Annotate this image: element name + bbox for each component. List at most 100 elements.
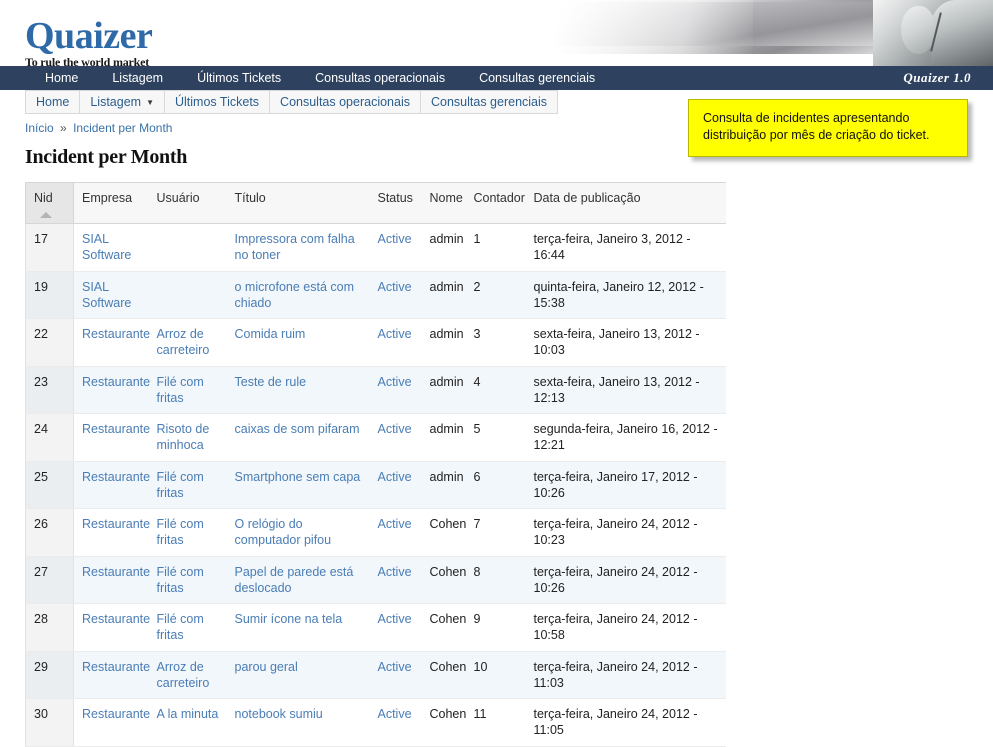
breadcrumb-home-link[interactable]: Início — [25, 121, 54, 135]
empresa-link[interactable]: Restaurante — [82, 707, 150, 721]
usuario-link[interactable]: Filé com fritas — [157, 612, 204, 642]
nav-item-home[interactable]: Home — [28, 71, 95, 85]
cell-usuario[interactable]: Risoto de minhoca — [148, 413, 227, 462]
tab-consultas-operacionais[interactable]: Consultas operacionais — [270, 90, 421, 114]
status-link[interactable]: Active — [378, 707, 412, 721]
status-link[interactable]: Active — [378, 327, 412, 341]
cell-titulo[interactable]: parou geral — [226, 651, 370, 699]
titulo-link[interactable]: Sumir ícone na tela — [235, 612, 343, 626]
tab-ultimos-tickets[interactable]: Últimos Tickets — [165, 90, 271, 114]
cell-status[interactable]: Active — [369, 223, 422, 272]
titulo-link[interactable]: Papel de parede está deslocado — [235, 565, 354, 595]
cell-empresa[interactable]: Restaurante — [73, 603, 150, 652]
usuario-link[interactable]: Filé com fritas — [157, 375, 204, 405]
empresa-link[interactable]: Restaurante — [82, 375, 150, 389]
column-header-contador[interactable]: Contador — [465, 182, 526, 224]
empresa-link[interactable]: Restaurante — [82, 660, 150, 674]
cell-titulo[interactable]: Impressora com falha no toner — [226, 223, 370, 272]
tab-consultas-gerenciais[interactable]: Consultas gerenciais — [421, 90, 559, 114]
usuario-link[interactable]: Filé com fritas — [157, 470, 204, 500]
site-logo[interactable]: Quaizer To rule the world market — [25, 17, 153, 66]
cell-titulo[interactable]: O relógio do computador pifou — [226, 508, 370, 557]
cell-usuario[interactable]: Arroz de carreteiro — [148, 651, 227, 699]
empresa-link[interactable]: Restaurante — [82, 565, 150, 579]
tab-listagem[interactable]: Listagem ▼ — [80, 90, 165, 114]
cell-status[interactable]: Active — [369, 461, 422, 509]
cell-titulo[interactable]: Teste de rule — [226, 366, 370, 414]
column-header-usuario[interactable]: Usuário — [148, 182, 227, 224]
titulo-link[interactable]: O relógio do computador pifou — [235, 517, 332, 547]
tab-home[interactable]: Home — [25, 90, 81, 114]
cell-usuario[interactable]: Filé com fritas — [148, 461, 227, 509]
empresa-link[interactable]: Restaurante — [82, 327, 150, 341]
titulo-link[interactable]: Impressora com falha no toner — [235, 232, 355, 262]
nav-item-listagem[interactable]: Listagem — [95, 71, 180, 85]
cell-status[interactable]: Active — [369, 366, 422, 414]
nav-item-consultas-operacionais[interactable]: Consultas operacionais — [298, 71, 462, 85]
cell-status[interactable]: Active — [369, 603, 422, 652]
cell-titulo[interactable]: caixas de som pifaram — [226, 413, 370, 462]
titulo-link[interactable]: caixas de som pifaram — [235, 422, 360, 436]
column-header-nid[interactable]: Nid — [25, 182, 74, 224]
column-header-titulo[interactable]: Título — [226, 182, 370, 224]
cell-status[interactable]: Active — [369, 698, 422, 747]
cell-empresa[interactable]: SIAL Software — [73, 271, 149, 319]
cell-empresa[interactable]: Restaurante — [73, 556, 150, 604]
usuario-link[interactable]: Filé com fritas — [157, 517, 204, 547]
cell-titulo[interactable]: notebook sumiu — [226, 698, 370, 747]
empresa-link[interactable]: Restaurante — [82, 612, 150, 626]
usuario-link[interactable]: A la minuta — [157, 707, 219, 721]
cell-status[interactable]: Active — [369, 651, 422, 699]
titulo-link[interactable]: parou geral — [235, 660, 298, 674]
titulo-link[interactable]: Teste de rule — [235, 375, 307, 389]
cell-titulo[interactable]: Papel de parede está deslocado — [226, 556, 370, 604]
cell-empresa[interactable]: Restaurante — [73, 651, 150, 699]
cell-status[interactable]: Active — [369, 413, 422, 462]
cell-empresa[interactable]: Restaurante — [73, 461, 150, 509]
usuario-link[interactable]: Arroz de carreteiro — [157, 660, 210, 690]
cell-empresa[interactable]: Restaurante — [73, 366, 150, 414]
cell-usuario[interactable]: Arroz de carreteiro — [148, 318, 227, 367]
titulo-link[interactable]: Comida ruim — [235, 327, 306, 341]
empresa-link[interactable]: Restaurante — [82, 470, 150, 484]
empresa-link[interactable]: SIAL Software — [82, 232, 131, 262]
column-header-status[interactable]: Status — [369, 182, 422, 224]
status-link[interactable]: Active — [378, 470, 412, 484]
cell-empresa[interactable]: Restaurante — [73, 508, 150, 557]
cell-titulo[interactable]: Comida ruim — [226, 318, 370, 367]
cell-titulo[interactable]: Sumir ícone na tela — [226, 603, 370, 652]
empresa-link[interactable]: SIAL Software — [82, 280, 131, 310]
usuario-link[interactable]: Risoto de minhoca — [157, 422, 210, 452]
titulo-link[interactable]: notebook sumiu — [235, 707, 323, 721]
cell-status[interactable]: Active — [369, 508, 422, 557]
column-header-empresa[interactable]: Empresa — [73, 182, 149, 224]
status-link[interactable]: Active — [378, 660, 412, 674]
cell-status[interactable]: Active — [369, 556, 422, 604]
cell-empresa[interactable]: SIAL Software — [73, 223, 149, 272]
status-link[interactable]: Active — [378, 375, 412, 389]
status-link[interactable]: Active — [378, 280, 412, 294]
titulo-link[interactable]: o microfone está com chiado — [235, 280, 355, 310]
status-link[interactable]: Active — [378, 565, 412, 579]
cell-usuario[interactable]: A la minuta — [148, 698, 227, 747]
cell-status[interactable]: Active — [369, 271, 422, 319]
column-header-nome[interactable]: Nome — [421, 182, 466, 224]
cell-empresa[interactable]: Restaurante — [73, 413, 150, 462]
status-link[interactable]: Active — [378, 612, 412, 626]
nav-item-consultas-gerenciais[interactable]: Consultas gerenciais — [462, 71, 612, 85]
column-header-data[interactable]: Data de publicação — [525, 182, 726, 224]
usuario-link[interactable]: Filé com fritas — [157, 565, 204, 595]
cell-usuario[interactable]: Filé com fritas — [148, 556, 227, 604]
cell-titulo[interactable]: Smartphone sem capa — [226, 461, 370, 509]
titulo-link[interactable]: Smartphone sem capa — [235, 470, 361, 484]
status-link[interactable]: Active — [378, 517, 412, 531]
status-link[interactable]: Active — [378, 422, 412, 436]
cell-usuario[interactable]: Filé com fritas — [148, 508, 227, 557]
empresa-link[interactable]: Restaurante — [82, 517, 150, 531]
usuario-link[interactable]: Arroz de carreteiro — [157, 327, 210, 357]
cell-empresa[interactable]: Restaurante — [73, 698, 150, 747]
cell-usuario[interactable]: Filé com fritas — [148, 603, 227, 652]
empresa-link[interactable]: Restaurante — [82, 422, 150, 436]
status-link[interactable]: Active — [378, 232, 412, 246]
cell-titulo[interactable]: o microfone está com chiado — [226, 271, 370, 319]
